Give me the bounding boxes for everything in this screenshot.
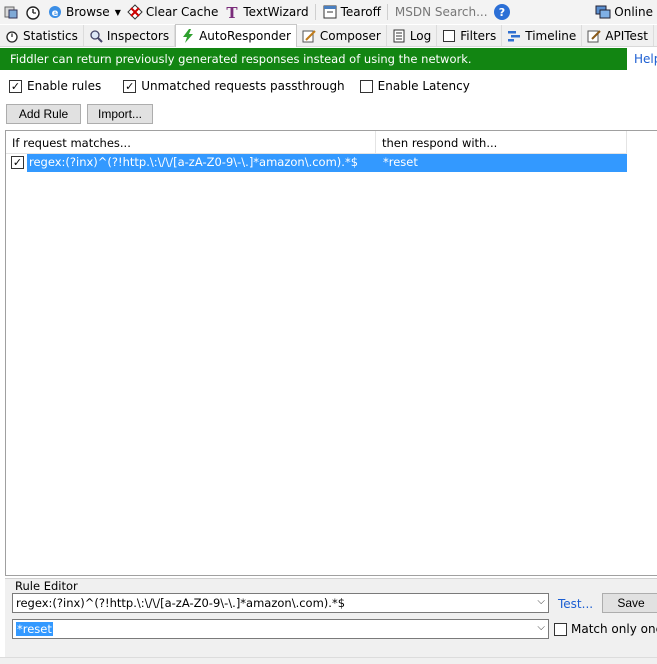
replay-icon [3,4,19,20]
document-icon [392,29,406,43]
tab-label: AutoResponder [199,29,291,43]
chevron-down-icon[interactable]: ▼ [115,8,121,17]
banner-text: Fiddler can return previously generated … [10,52,472,66]
tab-autoresponder[interactable]: AutoResponder [175,24,297,47]
chevron-down-icon[interactable]: ⌵ [537,596,545,607]
enable-rules-label: Enable rules [27,79,102,93]
clear-cache-label: Clear Cache [145,5,219,19]
stopwatch-icon [25,4,41,20]
msdn-search-input[interactable]: MSDN Search... [391,5,491,19]
online-label: Online [614,5,653,19]
magnifier-icon [89,29,103,43]
tab-strip: Statistics Inspectors AutoResponder Comp… [0,24,657,47]
column-header-respond[interactable]: then respond with... [376,131,627,154]
match-pattern-value: regex:(?inx)^(?!http.\:\/\/[a-zA-Z0-9\-\… [16,596,346,610]
stopwatch-icon [5,29,19,43]
browse-button[interactable]: e Browse ▼ [44,1,124,23]
test-link[interactable]: Test... [558,597,593,611]
textwizard-icon: T [224,4,240,22]
table-row[interactable]: ✓ regex:(?inx)^(?!http.\:\/\/[a-zA-Z0-9\… [6,154,627,172]
online-status[interactable]: Online [592,1,657,23]
tab-timeline[interactable]: Timeline [502,25,583,46]
edit-icon [587,29,601,43]
toolbar-separator [314,4,316,20]
tearoff-label: Tearoff [340,5,381,19]
tab-label: Filters [460,28,497,43]
help-icon: ? [493,4,510,20]
tearoff-button[interactable]: Tearoff [319,1,384,23]
lightning-icon [181,29,195,43]
unmatched-passthrough-label: Unmatched requests passthrough [141,79,345,93]
unmatched-passthrough-checkbox[interactable]: ✓ Unmatched requests passthrough [123,79,345,93]
rules-list[interactable]: If request matches... then respond with.… [5,130,657,576]
response-combobox[interactable]: *reset ⌵ [12,619,549,639]
enable-rules-checkbox[interactable]: ✓ Enable rules [9,79,101,93]
tab-inspectors[interactable]: Inspectors [84,25,176,46]
clear-cache-button[interactable]: Clear Cache [124,1,222,23]
checkmark-icon[interactable]: ✓ [123,79,137,93]
rule-editor-label: Rule Editor [13,579,80,593]
tab-label: APITest [605,28,648,43]
svg-text:T: T [227,4,239,20]
rule-enabled-checkbox[interactable]: ✓ [11,156,24,169]
save-button[interactable]: Save [602,593,657,613]
tab-statistics[interactable]: Statistics [0,25,84,46]
stream-button[interactable] [22,1,44,23]
timeline-icon [507,29,521,43]
checkmark-icon[interactable]: ✓ [9,79,22,93]
svg-text:e: e [52,8,59,19]
tearoff-icon [322,4,338,20]
main-toolbar: e Browse ▼ Clear Cache T TextWizard Tear… [0,0,657,24]
replay-button[interactable] [0,1,22,23]
import-button[interactable]: Import... [87,104,153,124]
textwizard-label: TextWizard [243,5,309,19]
pencil-icon [302,29,316,43]
tab-apitest[interactable]: APITest [582,25,654,46]
add-rule-button[interactable]: Add Rule [6,104,81,124]
status-bar [0,657,657,664]
rule-respond-cell: *reset [383,155,418,169]
tab-log[interactable]: Log [387,25,438,46]
empty-checkbox-icon[interactable] [359,79,373,93]
enable-latency-label: Enable Latency [377,79,470,93]
empty-checkbox-icon[interactable] [554,622,567,636]
match-only-once-checkbox[interactable]: Match only once [554,622,657,636]
match-only-once-label: Match only once [571,622,657,636]
network-icon [595,4,611,20]
chevron-down-icon[interactable]: ⌵ [537,622,545,633]
tab-label: Log [409,28,432,43]
match-pattern-combobox[interactable]: regex:(?inx)^(?!http.\:\/\/[a-zA-Z0-9\-\… [12,593,549,613]
help-link[interactable]: Help [634,52,657,66]
help-button[interactable]: ? [491,1,513,23]
rule-match-cell: regex:(?inx)^(?!http.\:\/\/[a-zA-Z0-9\-\… [29,155,359,169]
ie-icon: e [47,4,63,20]
clear-cache-icon [127,4,143,20]
toolbar-separator [386,4,388,20]
checkbox-icon [442,29,456,43]
enable-latency-checkbox[interactable]: Enable Latency [359,79,470,93]
rules-header: If request matches... then respond with.… [6,131,627,154]
tab-label: Composer [319,28,381,43]
browse-label: Browse [66,5,110,19]
tab-composer[interactable]: Composer [297,25,387,46]
column-header-match[interactable]: If request matches... [6,131,376,154]
tab-label: Inspectors [106,28,170,43]
textwizard-button[interactable]: T TextWizard [221,1,311,23]
options-row: ✓ Enable rules ✓ Unmatched requests pass… [0,77,470,95]
tab-label: Timeline [525,28,577,43]
info-banner: Fiddler can return previously generated … [0,48,627,70]
tab-filters[interactable]: Filters [437,25,503,46]
tab-label: Statistics [23,28,78,43]
response-value: *reset [16,622,53,636]
